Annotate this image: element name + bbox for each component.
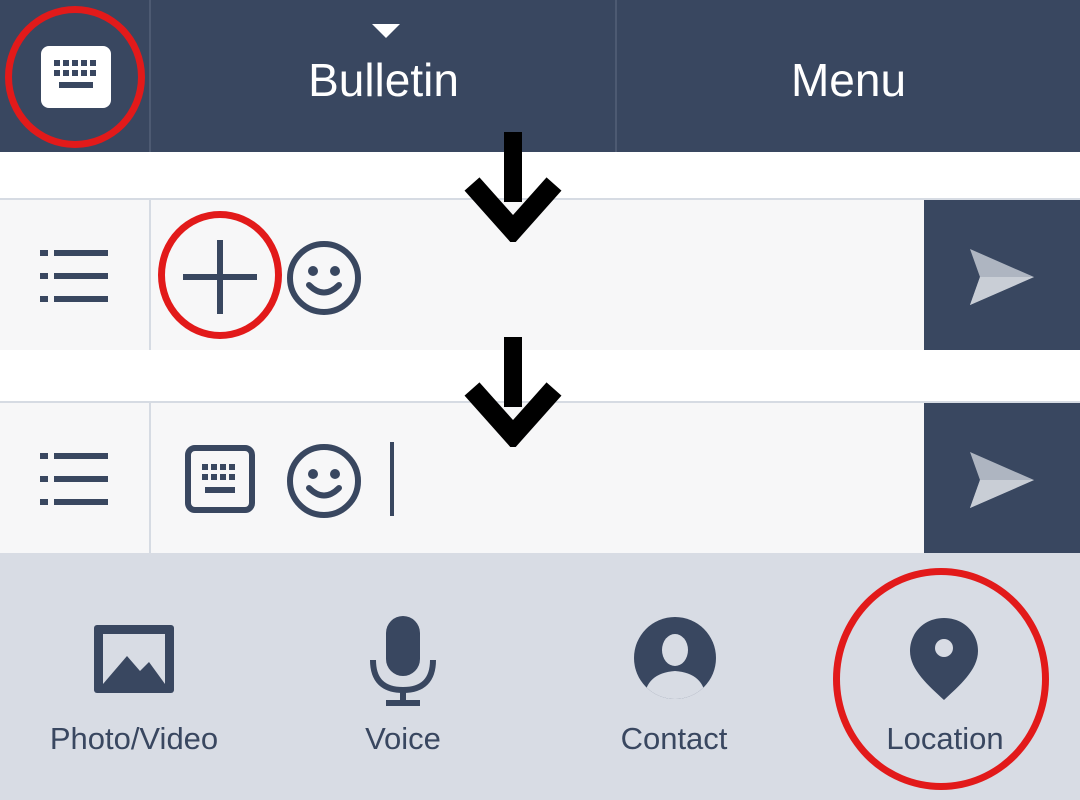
keyboard-toggle-button[interactable]: [0, 0, 151, 152]
location-button[interactable]: Location: [810, 553, 1080, 800]
microphone-icon: [370, 616, 436, 706]
photo-video-button[interactable]: Photo/Video: [0, 553, 268, 800]
top-navigation-bar: Bulletin Menu: [0, 0, 1080, 152]
location-pin-icon: [910, 618, 978, 700]
step-arrow-down-icon: [464, 132, 562, 242]
menu-label: Menu: [790, 54, 907, 106]
rich-menu-button[interactable]: [0, 200, 151, 350]
photo-icon: [94, 625, 174, 693]
list-icon: [40, 453, 108, 505]
keyboard-icon[interactable]: [185, 445, 255, 513]
text-input-cursor[interactable]: [390, 442, 394, 516]
location-label: Location: [886, 721, 1004, 756]
step-arrow-down-icon: [464, 337, 562, 447]
contact-button[interactable]: Contact: [538, 553, 810, 800]
photo-video-label: Photo/Video: [49, 721, 219, 756]
keyboard-icon: [41, 46, 111, 108]
send-button[interactable]: [924, 403, 1080, 553]
send-button[interactable]: [924, 200, 1080, 350]
contact-label: Contact: [620, 721, 728, 756]
send-icon: [970, 249, 1034, 305]
voice-label: Voice: [365, 721, 441, 756]
voice-button[interactable]: Voice: [268, 553, 538, 800]
tab-menu[interactable]: Menu: [617, 0, 1080, 152]
send-icon: [970, 452, 1034, 508]
list-icon: [40, 250, 108, 302]
plus-icon[interactable]: [183, 240, 257, 314]
contact-icon: [634, 617, 716, 699]
tab-bulletin[interactable]: Bulletin: [152, 0, 617, 152]
smiley-icon[interactable]: [286, 443, 362, 519]
bulletin-label: Bulletin: [308, 54, 459, 106]
attachment-panel: Photo/Video Voice Contact Location: [0, 553, 1080, 800]
rich-menu-button[interactable]: [0, 403, 151, 553]
smiley-icon[interactable]: [286, 240, 362, 316]
caret-down-icon: [372, 24, 400, 38]
